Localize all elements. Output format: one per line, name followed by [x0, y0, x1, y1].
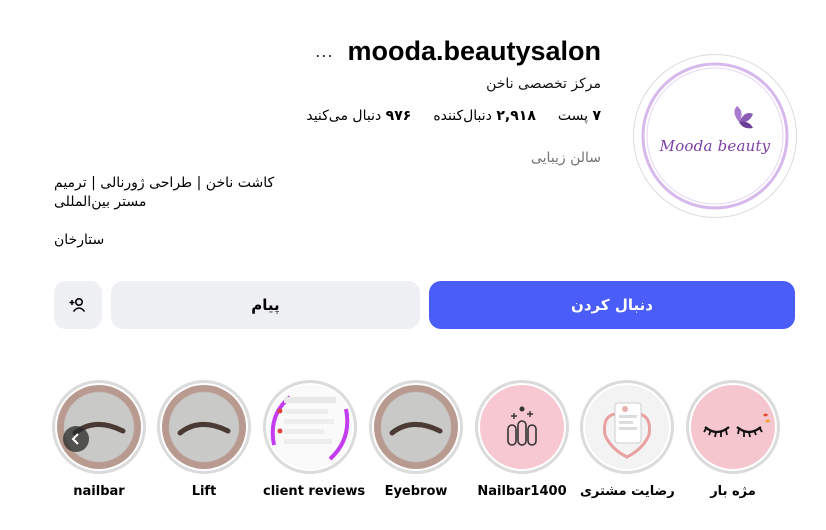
stat-posts-label: پست — [557, 108, 588, 124]
stat-following[interactable]: ۹۷۶ دنبال می‌کنید — [306, 108, 411, 124]
profile-bio: کاشت ناخن | طراحی ژورنالی | ترمیم مستر ب… — [54, 174, 274, 212]
display-name: سالن زیبایی — [530, 150, 601, 166]
profile-avatar[interactable]: Mooda beauty — [633, 54, 797, 218]
highlight-item[interactable]: مژه بار — [686, 380, 780, 499]
username: mooda.beautysalon — [347, 36, 601, 66]
highlight-item[interactable]: رضایت مشتری — [580, 380, 675, 499]
logo-text: Mooda beauty — [659, 137, 771, 155]
logo-circle-icon — [641, 62, 789, 210]
chat-screenshot-icon — [268, 385, 352, 469]
highlight-label: client reviews — [263, 484, 366, 499]
stat-followers-value: ۲,۹۱۸ — [496, 108, 536, 124]
stat-posts[interactable]: ۷ پست — [558, 108, 601, 124]
highlight-item[interactable]: Eyebrow — [369, 380, 463, 499]
highlight-item[interactable]: Nailbar1400 — [475, 380, 569, 499]
eyebrow-icon — [177, 422, 231, 436]
avatar-logo: Mooda beauty — [639, 60, 791, 212]
follow-button[interactable]: دنبال کردن — [429, 281, 795, 329]
eyebrow-icon — [389, 422, 443, 436]
highlight-item[interactable]: Lift — [157, 380, 251, 499]
stat-following-value: ۹۷۶ — [385, 108, 412, 124]
nails-icon — [507, 406, 537, 446]
stat-following-label: دنبال می‌کنید — [306, 108, 382, 124]
phone-review-icon — [602, 402, 652, 459]
profile-location: ستارخان — [54, 232, 105, 248]
highlight-item[interactable]: client reviews — [263, 380, 366, 499]
highlight-label: Nailbar1400 — [477, 484, 567, 499]
eyelash-icon — [703, 413, 770, 438]
bio-line: کاشت ناخن | طراحی ژورنالی | ترمیم — [54, 175, 275, 191]
highlight-label: Eyebrow — [384, 484, 448, 499]
highlight-label: nailbar — [73, 484, 125, 499]
profile-stats: ۷ پست ۲,۹۱۸ دنبال‌کننده ۹۷۶ دنبال می‌کنی… — [306, 108, 601, 124]
stat-followers-label: دنبال‌کننده — [433, 108, 492, 124]
suggested-accounts-button[interactable] — [54, 281, 102, 329]
message-button[interactable]: پیام — [111, 281, 420, 329]
highlight-label: Lift — [191, 484, 217, 499]
highlight-label: رضایت مشتری — [580, 484, 675, 499]
more-options-icon[interactable]: ... — [315, 42, 333, 61]
highlights-prev-button[interactable] — [63, 426, 89, 452]
add-person-icon — [69, 297, 86, 313]
story-highlights: مژه بار رضایت مشتری Nailbar1400 Eyebrow … — [52, 380, 800, 500]
chevron-left-icon — [71, 433, 79, 445]
bio-line: مستر بین‌المللی — [54, 194, 147, 210]
stat-posts-value: ۷ — [592, 108, 601, 124]
highlight-label: مژه بار — [710, 484, 756, 499]
profile-category: مرکز تخصصی ناخن — [486, 76, 601, 92]
username-row: ... mooda.beautysalon — [315, 36, 601, 67]
stat-followers[interactable]: ۲,۹۱۸ دنبال‌کننده — [433, 108, 536, 124]
